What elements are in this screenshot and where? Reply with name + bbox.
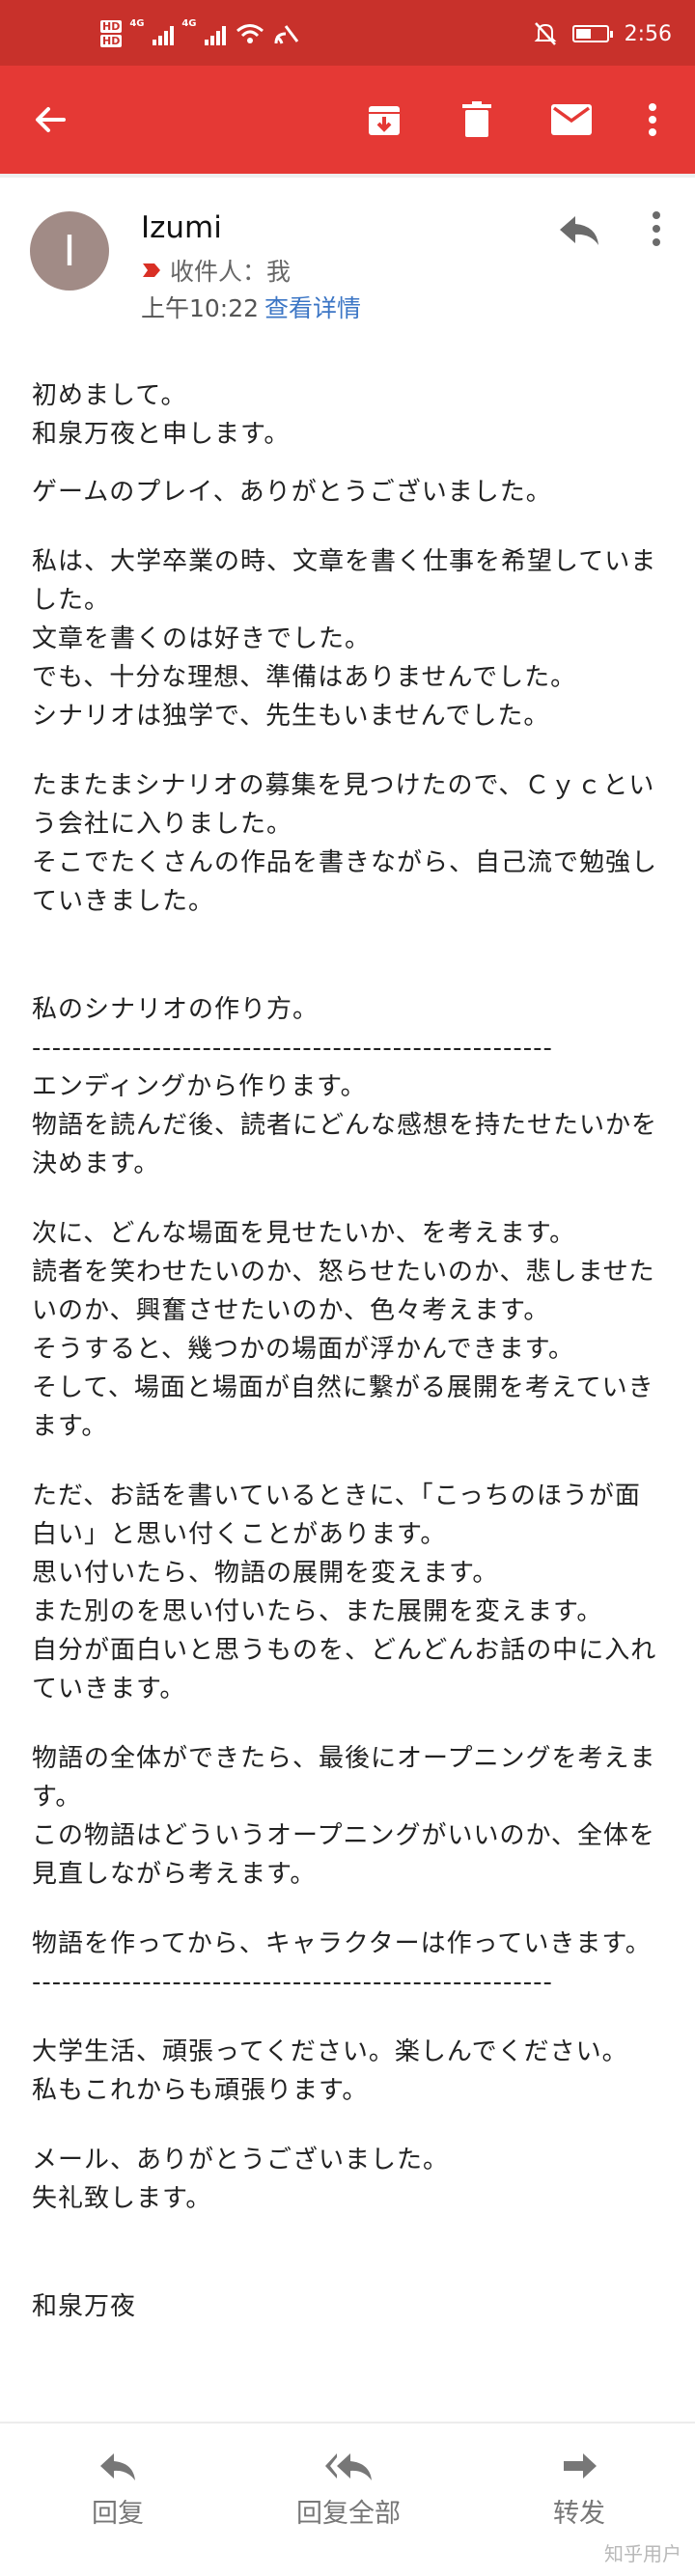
arrow-back-icon [36,107,66,132]
reply-icon [100,2453,135,2480]
network-label-1: 4G [129,18,145,29]
hd-label-1: HD [100,20,123,33]
body-paragraph: ただ、お話を書いているときに、「こっちのほうが面白い」と思い付くことがあります。… [32,1482,657,1703]
hd-label-2: HD [100,35,123,47]
signature: 和泉万夜 [32,2292,137,2321]
status-left-indicators: HD HD 4G 4G [100,17,299,50]
network-label-2: 4G [181,18,197,29]
toolbar-divider [0,174,695,178]
forward-label: 转发 [553,2499,605,2529]
sender-avatar[interactable]: I [30,211,109,291]
archive-button[interactable] [357,93,411,147]
status-time: 2:56 [624,21,672,46]
mute-bell-icon [534,22,557,45]
cast-icon [274,25,299,44]
trash-icon [462,101,491,137]
forward-action[interactable]: 转发 [541,2451,618,2530]
view-details-link[interactable]: 查看详情 [264,294,361,322]
message-more-button[interactable] [637,207,676,253]
wifi-icon [236,24,264,43]
avatar-letter: I [63,226,76,276]
body-paragraph: メール、ありがとうございました。 失礼致します。 [32,2146,450,2213]
reply-icon [560,216,598,245]
more-vert-icon [649,103,656,136]
recipient-text: 收件人：我 [170,258,292,286]
signal-icon-1: 4G [129,18,175,45]
time-line: 上午10:22 查看详情 [141,290,361,324]
more-vert-icon [653,211,660,246]
body-paragraph: 私のシナリオの作り方。 ----------------------------… [32,995,658,1178]
delete-button[interactable] [450,93,504,147]
app-toolbar [0,66,695,174]
body-paragraph: たまたまシナリオの募集を見つけたので、Ｃｙｃという会社に入りました。 そこでたく… [32,771,658,916]
body-paragraph: 次に、どんな場面を見せたいか、を考えます。 読者を笑わせたいのか、怒らせたいのか… [32,1219,655,1441]
status-right-indicators: 2:56 [534,17,672,50]
overflow-menu-button[interactable] [626,93,680,147]
body-paragraph: 私は、大学卒業の時、文章を書く仕事を希望していました。 文章を書くのは好きでした… [32,547,657,731]
mark-unread-button[interactable] [544,93,598,147]
reply-button[interactable] [556,207,602,253]
reply-label: 回复 [92,2499,144,2529]
bottom-divider [0,2422,695,2424]
reply-all-action[interactable]: 回复全部 [286,2451,411,2530]
mail-icon [551,104,592,135]
archive-icon [369,106,400,135]
body-paragraph: ゲームのプレイ、ありがとうございました。 [32,478,552,507]
body-paragraph: 物語を作ってから、キャラクターは作っていきます。 ---------------… [32,1929,652,1997]
recipient-line: 收件人：我 [141,253,291,288]
battery-level-fill [575,29,591,39]
watermark: 知乎用户 [604,2542,681,2565]
body-paragraph: 大学生活、頑張ってください。楽しんでください。 私もこれからも頑張ります。 [32,2037,628,2105]
reply-all-label: 回复全部 [296,2499,401,2529]
reply-all-icon [325,2453,372,2480]
email-body: 初めまして。 和泉万夜と申します。 ゲームのプレイ、ありがとうございました。 私… [32,376,659,2326]
signal-icon-2: 4G [181,18,227,45]
sender-name: Izumi [141,210,222,245]
back-button[interactable] [23,93,77,147]
hd-indicator: HD HD [100,19,123,48]
important-label-icon [143,263,160,277]
email-time: 上午10:22 [141,294,260,322]
body-paragraph: 物語の全体ができたら、最後にオープニングを考えます。 この物語はどういうオープニ… [32,1744,656,1889]
battery-icon [571,25,613,42]
body-paragraph: 初めまして。 和泉万夜と申します。 [32,381,291,449]
forward-icon [564,2453,597,2479]
reply-action[interactable]: 回复 [79,2451,156,2530]
status-bar: HD HD 4G 4G 2:56 [0,0,695,66]
